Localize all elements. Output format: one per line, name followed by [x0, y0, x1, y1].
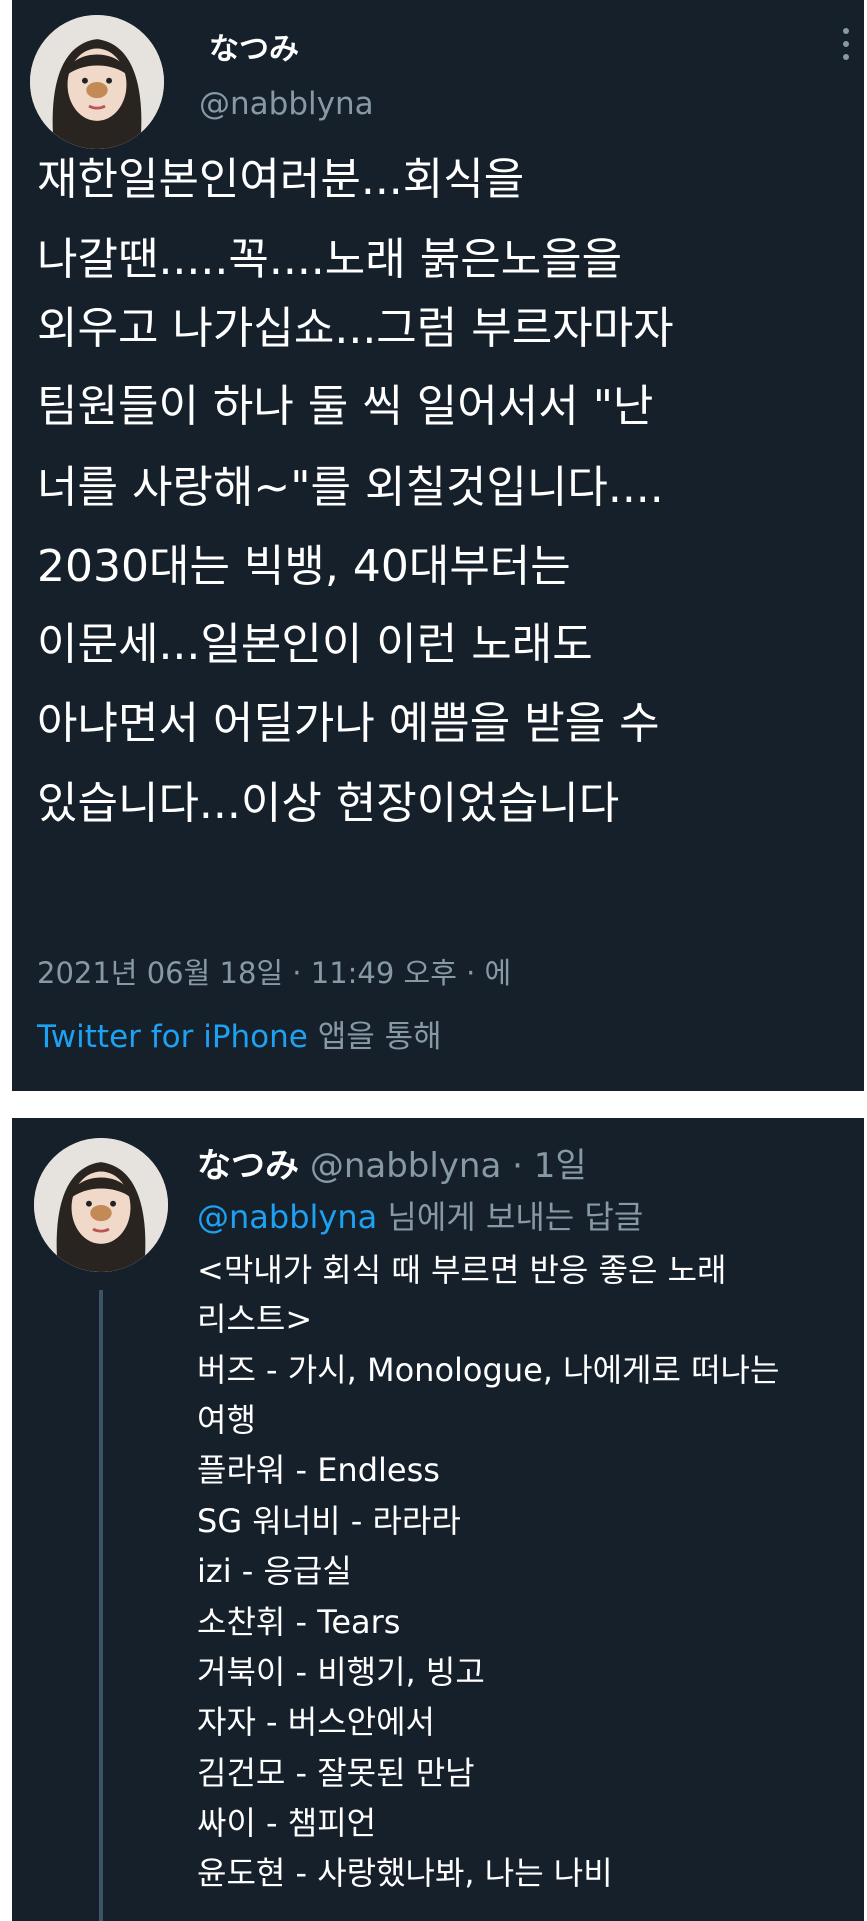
tweet-text-line: 나갈땐.....꼭....노래 붉은노을을	[37, 234, 623, 285]
avatar[interactable]	[34, 1138, 168, 1272]
reply-text-line: SG 워너비 - 라라라	[197, 1502, 461, 1540]
display-name[interactable]: なつみ	[209, 24, 299, 68]
tweet-text-line: 아냐면서 어딜가나 예쁨을 받을 수	[37, 698, 660, 749]
reply-text-line: 싸이 - 챔피언	[197, 1804, 377, 1842]
reply-text-line: <막내가 회식 때 부르면 반응 좋은 노래	[197, 1251, 727, 1289]
tweet-text-line: 있습니다...이상 현장이었습니다	[37, 778, 620, 829]
replying-to: @nabblyna 님에게 보내는 답글	[197, 1192, 643, 1238]
reply-text-line: 김건모 - 잘못된 만남	[197, 1754, 475, 1792]
tweet-text-line: 외우고 나가십쇼...그럼 부르자마자	[37, 303, 674, 354]
reply-time[interactable]: · 1일	[512, 1146, 587, 1186]
source-app-link[interactable]: Twitter for iPhone	[37, 1019, 308, 1055]
tweet-text-line: 재한일본인여러분...회식을	[37, 154, 525, 205]
reply-text-line: 자자 - 버스안에서	[197, 1703, 435, 1741]
reply-display-name[interactable]: なつみ	[197, 1146, 299, 1186]
reply-text-line: 버즈 - 가시, Monologue, 나에게로 떠나는	[197, 1351, 780, 1389]
reply-handle[interactable]: @nabblyna	[310, 1146, 502, 1186]
tweet-text-line: 이문세...일본인이 이런 노래도	[37, 619, 593, 670]
reply-text-line: 소찬휘 - Tears	[197, 1603, 401, 1641]
reply-text-line: 플라워 - Endless	[197, 1451, 440, 1489]
replying-to-link[interactable]: @nabblyna	[197, 1198, 377, 1236]
avatar[interactable]	[30, 15, 164, 149]
tweet-text-line: 팀원들이 하나 둘 씩 일어서서 "난	[37, 381, 654, 432]
replying-to-suffix: 님에게 보내는 답글	[377, 1198, 644, 1236]
reply-text-line: izi - 응급실	[197, 1552, 352, 1590]
username-handle[interactable]: @nabblyna	[199, 86, 374, 122]
tweet-text-line: 2030대는 빅뱅, 40대부터는	[37, 541, 571, 592]
tweet-text-line: 너를 사랑해~"를 외칠것입니다....	[37, 462, 664, 513]
reply-text-line: 리스트>	[197, 1300, 313, 1338]
reply-text-line: 윤도현 - 사랑했나봐, 나는 나비	[197, 1854, 613, 1892]
tweet-timestamp[interactable]: 2021년 06월 18일 · 11:49 오후 · 에	[37, 950, 511, 992]
thread-connector-line	[99, 1290, 103, 1921]
reply-text-line: 여행	[197, 1401, 256, 1439]
more-vertical-icon[interactable]	[840, 28, 852, 68]
reply-header: なつみ @nabblyna · 1일	[197, 1138, 587, 1187]
source-suffix: 앱을 통해	[307, 1019, 442, 1055]
reply-text-line: 거북이 - 비행기, 빙고	[197, 1653, 485, 1691]
tweet-source: Twitter for iPhone 앱을 통해	[37, 1011, 442, 1056]
